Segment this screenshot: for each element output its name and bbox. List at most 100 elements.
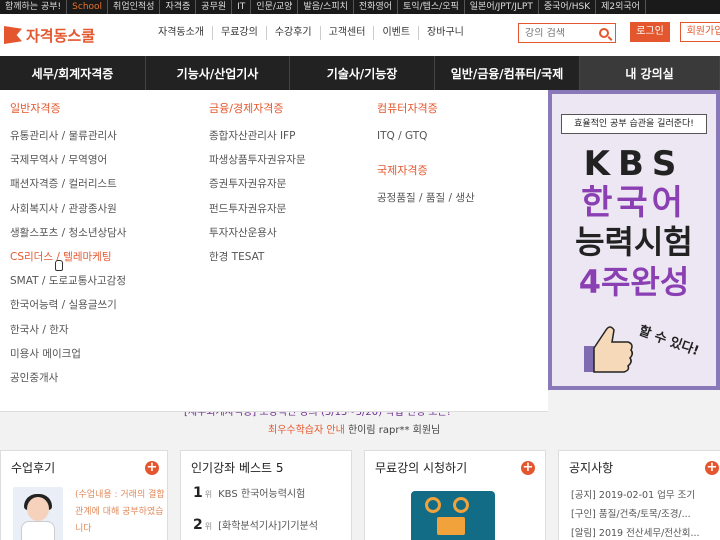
topbar-item[interactable]: 발음/스피치 <box>298 0 354 14</box>
dropdown-link[interactable]: 종합자산관리사 IFP <box>209 124 306 148</box>
film-reel <box>425 497 441 513</box>
banner-cheer-text: 할 수 있다! <box>636 323 701 360</box>
promo-banner[interactable]: 효율적인 공부 습관을 길러준다! KBS 한국어 능력시험 4주완성 할 수 … <box>548 90 720 390</box>
box-title: 인기강좌 베스트 5 <box>191 461 284 475</box>
notice-line: 최우수학습자 안내 한이림 rapr** 회원님 <box>268 421 440 436</box>
rank-unit: 위 <box>204 490 213 499</box>
main-nav: 세무/회계자격증 기능사/산업기사 기술사/기능장 일반/금융/컴퓨터/국제 내… <box>0 56 720 90</box>
dropdown-link[interactable]: 증권투자권유자문 <box>209 172 306 196</box>
topbar-item[interactable]: 중국어/HSK <box>539 0 597 14</box>
main-nav-tax-accounting[interactable]: 세무/회계자격증 <box>0 56 146 90</box>
dropdown-column-title: 컴퓨터자격증 <box>377 102 438 115</box>
dropdown-link[interactable]: 국제무역사 / 무역영어 <box>10 148 126 172</box>
search-icon[interactable] <box>599 28 609 38</box>
best-lecture-title: [화학분석기사]기기분석 <box>218 521 318 532</box>
notice-item[interactable]: [알림] 2019 전산세무/전산회... <box>571 525 700 539</box>
free-lectures-box: 무료강의 시청하기 + <box>364 450 546 540</box>
topbar-item[interactable]: 취업인적성 <box>108 0 161 14</box>
topbar-item[interactable]: 인문/교양 <box>251 0 299 14</box>
box-title: 공지사항 <box>569 461 614 475</box>
dropdown-link[interactable]: 패션자격증 / 컬러리스트 <box>10 172 126 196</box>
thumbs-up-icon <box>584 326 634 373</box>
main-nav-general-finance[interactable]: 일반/금융/컴퓨터/국제 <box>435 56 580 90</box>
dropdown-link[interactable]: 생활스포츠 / 청소년상담사 <box>10 221 126 245</box>
more-plus-icon[interactable]: + <box>521 461 535 475</box>
notice-box: 공지사항 + [공지] 2019-02-01 업무 조기 [구인] 품질/건축/… <box>558 450 720 540</box>
more-plus-icon[interactable]: + <box>145 461 159 475</box>
topbar-item[interactable]: 자격증 <box>160 0 197 14</box>
dropdown-link[interactable]: ITQ / GTQ <box>377 124 475 148</box>
dropdown-link[interactable]: 공정품질 / 품질 / 생산 <box>377 186 475 210</box>
main-nav-my-classroom[interactable]: 내 강의실 <box>580 56 720 90</box>
dropdown-link[interactable]: 한경 TESAT <box>209 245 306 269</box>
topbar-item[interactable]: 공무원 <box>196 0 233 14</box>
search-box <box>518 23 616 43</box>
dropdown-link[interactable]: 사회복지사 / 관광종사원 <box>10 197 126 221</box>
banner-title-exam: 능력시험 <box>575 223 693 261</box>
avatar-face <box>27 497 49 521</box>
main-nav-master-engineer[interactable]: 기술사/기능장 <box>290 56 435 90</box>
dropdown-link-hovered[interactable]: CS리더스 / 텔레마케팅 <box>10 245 126 269</box>
dropdown-link[interactable]: 펀드투자권유자문 <box>209 197 306 221</box>
nav-link-cart[interactable]: 장바구니 <box>419 26 472 40</box>
dropdown-column-computer: 컴퓨터자격증 ITQ / GTQ 국제자격증 공정품질 / 품질 / 생산 <box>377 100 475 210</box>
search-input[interactable] <box>525 27 595 39</box>
best-lecture-title: KBS 한국어능력시험 <box>218 489 306 500</box>
dropdown-link[interactable]: 투자자산운용사 <box>209 221 306 245</box>
join-button[interactable]: 회원가입 <box>680 22 720 42</box>
utility-nav: 자격동소개 무료강의 수강후기 고객센터 이벤트 장바구니 <box>150 26 472 40</box>
notice-highlight: 최우수학습자 안내 <box>268 425 345 436</box>
site-logo[interactable]: 자격동스쿨 <box>4 24 95 46</box>
dropdown-link[interactable]: 미용사 메이크업 <box>10 342 126 366</box>
dropdown-column-general: 일반자격증 유통관리사 / 물류관리사 국제무역사 / 무역영어 패션자격증 /… <box>10 100 126 390</box>
rank-unit: 위 <box>204 522 213 531</box>
dropdown-link[interactable]: 유통관리사 / 물류관리사 <box>10 124 126 148</box>
nav-link-support[interactable]: 고객센터 <box>321 26 375 40</box>
topbar-item[interactable]: IT <box>232 0 252 14</box>
dropdown-link[interactable]: 공인중개사 <box>10 366 126 390</box>
topbar-item[interactable]: 토익/텝스/오픽 <box>398 0 465 14</box>
login-button[interactable]: 로그인 <box>630 22 670 42</box>
topbar-item[interactable]: 제2외국어 <box>596 0 646 14</box>
topbar-item[interactable]: 함께하는 공부! <box>0 0 68 14</box>
dropdown-link[interactable]: 한국어능력 / 실용글쓰기 <box>10 293 126 317</box>
dropdown-column-title: 국제자격증 <box>377 164 428 178</box>
topbar-item[interactable]: School <box>67 0 109 14</box>
banner-title-korean: 한국어 <box>581 183 687 223</box>
dropdown-link[interactable]: 한국사 / 한자 <box>10 318 126 342</box>
dropdown-link[interactable]: SMAT / 도로교통사고감정 <box>10 269 126 293</box>
nav-link-about[interactable]: 자격동소개 <box>150 26 213 40</box>
banner-title-4weeks: 4주완성 <box>578 263 690 301</box>
camera-body <box>437 517 465 535</box>
top-category-bar: 함께하는 공부! School 취업인적성 자격증 공무원 IT 인문/교양 발음/스피치 전화… <box>0 0 720 14</box>
dropdown-column-title: 금융/경제자격증 <box>209 102 284 115</box>
video-camera-icon[interactable] <box>411 491 495 540</box>
review-box: 수업후기 + (수업내용 : 거래의 결합관계에 대해 공부하였습니다 <box>0 450 168 540</box>
best-lecture-item[interactable]: 1 위 KBS 한국어능력시험 <box>193 485 305 501</box>
mega-dropdown-menu: 일반자격증 유통관리사 / 물류관리사 국제무역사 / 무역영어 패션자격증 /… <box>0 90 548 412</box>
topbar-item[interactable]: 전화영어 <box>354 0 399 14</box>
dropdown-link[interactable]: 파생상품투자권유자문 <box>209 148 306 172</box>
rank-number: 2 <box>193 517 203 533</box>
box-title: 무료강의 시청하기 <box>375 461 468 475</box>
notice-item[interactable]: [공지] 2019-02-01 업무 조기 <box>571 487 695 501</box>
logo-text: 자격동스쿨 <box>26 26 96 45</box>
review-snippet[interactable]: (수업내용 : 거래의 결합관계에 대해 공부하였습니다 <box>75 487 165 538</box>
site-header: 자격동스쿨 자격동소개 무료강의 수강후기 고객센터 이벤트 장바구니 로그인 … <box>0 14 720 56</box>
box-title: 수업후기 <box>11 461 56 475</box>
nav-link-events[interactable]: 이벤트 <box>374 26 420 40</box>
reviewer-avatar <box>13 487 63 540</box>
main-nav-technician[interactable]: 기능사/산업기사 <box>146 56 290 90</box>
flag-logo-icon <box>4 26 22 44</box>
topbar-item[interactable]: 일본어/JPT/JLPT <box>465 0 539 14</box>
best-lecture-item[interactable]: 2 위 [화학분석기사]기기분석 <box>193 517 318 533</box>
mouse-cursor-icon <box>55 260 63 271</box>
notice-item[interactable]: [구인] 품질/건축/토목/조경/... <box>571 506 691 520</box>
banner-tagline: 효율적인 공부 습관을 길러준다! <box>561 114 707 134</box>
dropdown-column-finance: 금융/경제자격증 종합자산관리사 IFP 파생상품투자권유자문 증권투자권유자문… <box>209 100 306 269</box>
rank-number: 1 <box>193 485 203 501</box>
nav-link-free-lectures[interactable]: 무료강의 <box>213 26 267 40</box>
nav-link-reviews[interactable]: 수강후기 <box>267 26 321 40</box>
more-plus-icon[interactable]: + <box>705 461 719 475</box>
dropdown-column-title: 일반자격증 <box>10 102 61 115</box>
